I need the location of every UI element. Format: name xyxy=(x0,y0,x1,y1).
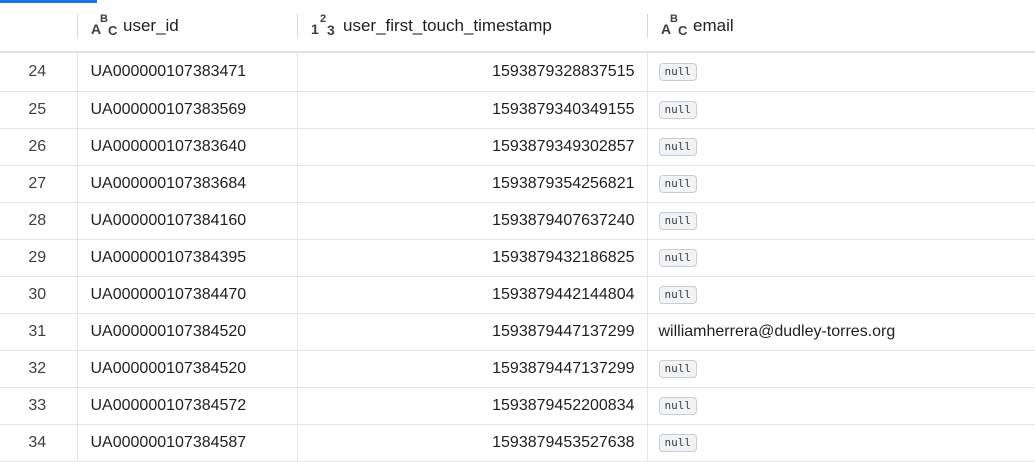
null-badge: null xyxy=(658,211,697,230)
table-row[interactable]: 28 UA000000107384160 1593879407637240 null xyxy=(0,202,1035,240)
column-header-label: email xyxy=(693,15,734,35)
cell-email[interactable]: null xyxy=(647,52,1035,92)
cell-user-first-touch-timestamp[interactable]: 1593879328837515 xyxy=(297,52,648,92)
cell-user-id[interactable]: UA000000107384520 xyxy=(77,350,298,388)
cell-email[interactable]: null xyxy=(647,350,1035,388)
cell-user-first-touch-timestamp[interactable]: 1593879340349155 xyxy=(297,91,648,129)
column-header-label: user_id xyxy=(123,15,179,35)
null-badge: null xyxy=(658,62,697,81)
cell-user-id[interactable]: UA000000107383640 xyxy=(77,128,298,166)
cell-email[interactable]: null xyxy=(647,424,1035,462)
table-row[interactable]: 34 UA000000107384587 1593879453527638 null xyxy=(0,424,1035,462)
cell-user-first-touch-timestamp[interactable]: 1593879447137299 xyxy=(297,350,648,388)
table-row[interactable]: 26 UA000000107383640 1593879349302857 null xyxy=(0,128,1035,166)
cell-user-id[interactable]: UA000000107383569 xyxy=(77,91,298,129)
cell-user-id[interactable]: UA000000107384160 xyxy=(77,202,298,240)
cell-user-first-touch-timestamp[interactable]: 1593879407637240 xyxy=(297,202,648,240)
cell-user-id[interactable]: UA000000107383684 xyxy=(77,165,298,203)
row-number: 24 xyxy=(0,52,78,92)
cell-email[interactable]: null xyxy=(647,239,1035,277)
null-badge: null xyxy=(658,248,697,267)
row-number: 25 xyxy=(0,91,78,129)
column-header-user-id[interactable]: ABC user_id xyxy=(77,0,297,53)
cell-user-id[interactable]: UA000000107384470 xyxy=(77,276,298,314)
table-row[interactable]: 24 UA000000107383471 1593879328837515 null xyxy=(0,52,1035,92)
null-badge: null xyxy=(658,285,697,304)
table-row[interactable]: 32 UA000000107384520 1593879447137299 null xyxy=(0,350,1035,388)
table-row[interactable]: 30 UA000000107384470 1593879442144804 null xyxy=(0,276,1035,314)
cell-user-id[interactable]: UA000000107384572 xyxy=(77,387,298,425)
table-row[interactable]: 27 UA000000107383684 1593879354256821 null xyxy=(0,165,1035,203)
cell-user-id[interactable]: UA000000107384587 xyxy=(77,424,298,462)
null-badge: null xyxy=(658,137,697,156)
column-header-label: user_first_touch_timestamp xyxy=(343,15,552,35)
cell-user-first-touch-timestamp[interactable]: 1593879432186825 xyxy=(297,239,648,277)
cell-user-first-touch-timestamp[interactable]: 1593879349302857 xyxy=(297,128,648,166)
cell-email[interactable]: null xyxy=(647,128,1035,166)
abc-type-icon: ABC xyxy=(91,12,118,38)
cell-email[interactable]: null xyxy=(647,202,1035,240)
row-number: 30 xyxy=(0,276,78,314)
row-number-header xyxy=(0,0,77,53)
header-row: ABC user_id 123 user_first_touch_timesta… xyxy=(0,0,1035,53)
null-badge: null xyxy=(658,359,697,378)
column-header-user-first-touch-timestamp[interactable]: 123 user_first_touch_timestamp xyxy=(297,0,647,53)
cell-user-id[interactable]: UA000000107384520 xyxy=(77,313,298,351)
row-number: 27 xyxy=(0,165,78,203)
null-badge: null xyxy=(658,174,697,193)
null-badge: null xyxy=(658,100,697,119)
cell-email[interactable]: null xyxy=(647,165,1035,203)
123-type-icon: 123 xyxy=(311,12,335,38)
results-table: ABC user_id 123 user_first_touch_timesta… xyxy=(0,0,1035,462)
column-divider[interactable] xyxy=(647,14,648,38)
row-number: 33 xyxy=(0,387,78,425)
column-divider[interactable] xyxy=(297,14,298,38)
cell-user-first-touch-timestamp[interactable]: 1593879354256821 xyxy=(297,165,648,203)
cell-user-id[interactable]: UA000000107383471 xyxy=(77,52,298,92)
cell-email[interactable]: null xyxy=(647,387,1035,425)
null-badge: null xyxy=(658,433,697,452)
cell-user-first-touch-timestamp[interactable]: 1593879453527638 xyxy=(297,424,648,462)
cell-email[interactable]: null xyxy=(647,276,1035,314)
row-number: 26 xyxy=(0,128,78,166)
cell-user-first-touch-timestamp[interactable]: 1593879447137299 xyxy=(297,313,648,351)
row-number: 34 xyxy=(0,424,78,462)
cell-user-first-touch-timestamp[interactable]: 1593879452200834 xyxy=(297,387,648,425)
column-header-email[interactable]: ABC email xyxy=(647,0,1035,53)
row-number: 29 xyxy=(0,239,78,277)
null-badge: null xyxy=(658,396,697,415)
column-divider[interactable] xyxy=(77,14,78,38)
row-number: 31 xyxy=(0,313,78,351)
cell-user-first-touch-timestamp[interactable]: 1593879442144804 xyxy=(297,276,648,314)
cell-user-id[interactable]: UA000000107384395 xyxy=(77,239,298,277)
table-row[interactable]: 31 UA000000107384520 1593879447137299 willi… xyxy=(0,313,1035,351)
row-number: 28 xyxy=(0,202,78,240)
table-row[interactable]: 33 UA000000107384572 1593879452200834 null xyxy=(0,387,1035,425)
row-number: 32 xyxy=(0,350,78,388)
cell-email[interactable]: williamherrera@dudley-torres.org xyxy=(647,313,1035,351)
table-row[interactable]: 29 UA000000107384395 1593879432186825 null xyxy=(0,239,1035,277)
cell-email[interactable]: null xyxy=(647,91,1035,129)
active-tab-indicator xyxy=(0,0,97,3)
abc-type-icon: ABC xyxy=(661,12,688,38)
table-row[interactable]: 25 UA000000107383569 1593879340349155 null xyxy=(0,91,1035,129)
